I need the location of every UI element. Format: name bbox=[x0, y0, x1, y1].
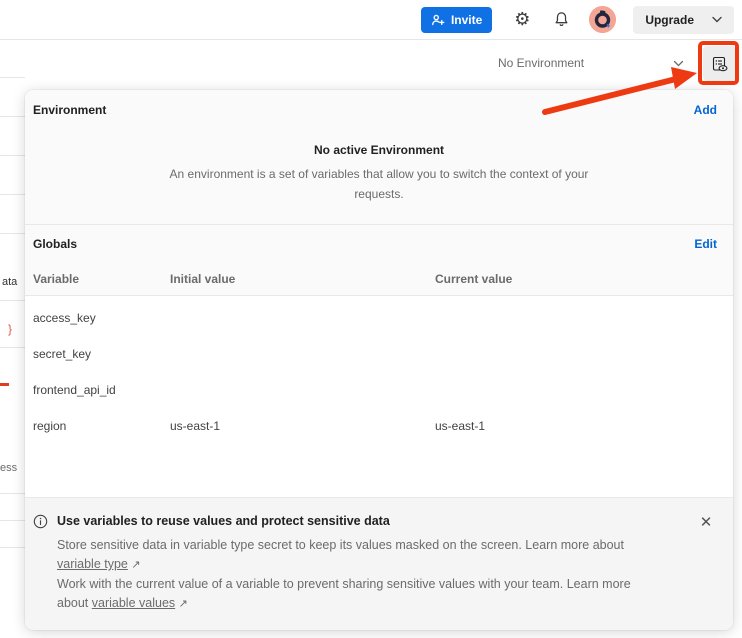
postman-screen: Invite ⚙ Upgrade bbox=[0, 0, 742, 638]
person-plus-icon bbox=[431, 13, 445, 27]
info-circle-icon bbox=[33, 513, 48, 630]
background-brace-fragment: } bbox=[8, 322, 12, 336]
environment-section-title: Environment bbox=[33, 103, 106, 117]
variable-name: secret_key bbox=[33, 347, 170, 361]
external-link-icon: ↗ bbox=[131, 559, 140, 571]
current-value: us-east-1 bbox=[435, 419, 733, 433]
table-row[interactable]: access_key bbox=[25, 300, 733, 336]
chevron-down-icon bbox=[673, 60, 684, 67]
avatar[interactable] bbox=[589, 6, 616, 33]
banner-content: Use variables to reuse values and protec… bbox=[57, 513, 688, 630]
add-environment-link[interactable]: Add bbox=[694, 103, 717, 117]
column-header-current-value: Current value bbox=[435, 272, 733, 286]
environment-section-header: Environment Add bbox=[25, 90, 733, 130]
avatar-illustration bbox=[589, 6, 616, 33]
environment-quick-look-icon bbox=[711, 55, 729, 73]
gear-icon: ⚙ bbox=[514, 11, 530, 29]
invite-button-label: Invite bbox=[451, 13, 482, 27]
no-active-environment-section: No active Environment An environment is … bbox=[25, 130, 733, 225]
globals-table-header: Variable Initial value Current value bbox=[25, 263, 733, 296]
environment-quick-look-panel: Environment Add No active Environment An… bbox=[25, 90, 733, 630]
banner-line1-text: Store sensitive data in variable type se… bbox=[57, 538, 624, 552]
external-link-icon: ↗ bbox=[179, 598, 188, 610]
edit-globals-link[interactable]: Edit bbox=[694, 237, 717, 251]
no-active-environment-description: An environment is a set of variables tha… bbox=[169, 164, 589, 204]
variable-values-link[interactable]: variable values bbox=[92, 596, 175, 610]
background-text-fragment: ata bbox=[2, 276, 17, 288]
globals-table-body: access_key secret_key frontend_api_id re… bbox=[25, 296, 733, 497]
upgrade-button[interactable]: Upgrade bbox=[633, 6, 734, 34]
column-header-variable: Variable bbox=[33, 272, 170, 286]
table-row[interactable]: frontend_api_id bbox=[25, 372, 733, 408]
environment-selector[interactable]: No Environment bbox=[498, 52, 684, 74]
background-text-fragment: ess bbox=[0, 462, 17, 474]
invite-button[interactable]: Invite bbox=[421, 7, 492, 33]
notifications-button[interactable] bbox=[550, 9, 572, 31]
variable-name: frontend_api_id bbox=[33, 383, 170, 397]
no-active-environment-title: No active Environment bbox=[25, 130, 733, 157]
chevron-down-icon bbox=[712, 16, 722, 23]
environment-selector-label: No Environment bbox=[498, 56, 584, 70]
variable-name: access_key bbox=[33, 311, 170, 325]
close-icon: ✕ bbox=[700, 514, 713, 531]
banner-body: Store sensitive data in variable type se… bbox=[57, 536, 663, 614]
settings-button[interactable]: ⚙ bbox=[511, 9, 533, 31]
background-red-mark bbox=[0, 383, 9, 386]
initial-value: us-east-1 bbox=[170, 419, 435, 433]
column-header-initial-value: Initial value bbox=[170, 272, 435, 286]
globals-section-title: Globals bbox=[33, 237, 77, 251]
table-row[interactable]: secret_key bbox=[25, 336, 733, 372]
table-row[interactable]: region us-east-1 us-east-1 bbox=[25, 408, 733, 444]
close-banner-button[interactable]: ✕ bbox=[697, 513, 715, 531]
variable-name: region bbox=[33, 419, 170, 433]
variable-type-link[interactable]: variable type bbox=[57, 557, 128, 571]
globals-section-header: Globals Edit bbox=[25, 225, 733, 263]
bell-icon bbox=[553, 11, 570, 28]
upgrade-button-label: Upgrade bbox=[645, 13, 694, 27]
environment-quick-look-button[interactable] bbox=[703, 46, 736, 81]
banner-title: Use variables to reuse values and protec… bbox=[57, 513, 688, 529]
variables-info-banner: Use variables to reuse values and protec… bbox=[25, 497, 733, 630]
top-bar: Invite ⚙ Upgrade bbox=[0, 0, 742, 40]
